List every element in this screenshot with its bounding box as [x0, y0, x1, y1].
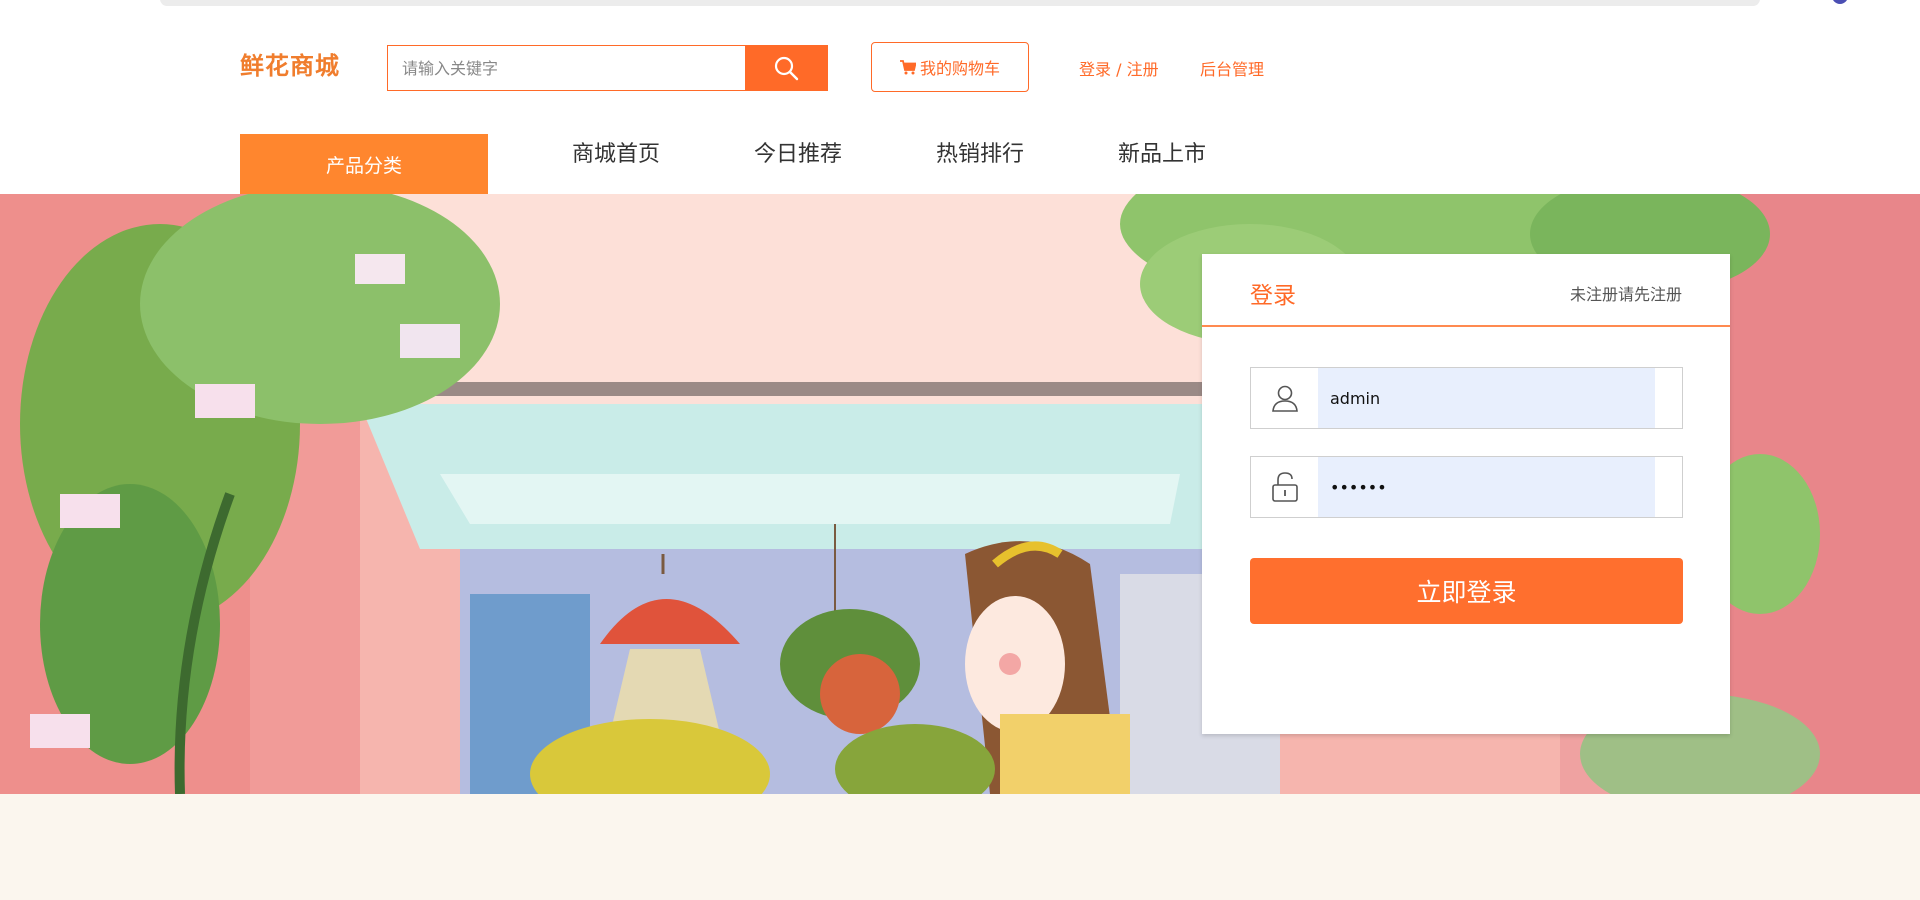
cart-label: 我的购物车	[919, 59, 1000, 78]
nav-item-home[interactable]: 商城首页	[572, 136, 660, 168]
nav-item-new-arrivals[interactable]: 新品上市	[1118, 136, 1206, 168]
site-logo[interactable]: 鲜花商城	[240, 46, 340, 81]
nav-product-category[interactable]: 产品分类	[240, 134, 488, 194]
admin-link[interactable]: 后台管理	[1200, 56, 1264, 80]
login-submit-button[interactable]: 立即登录	[1250, 558, 1683, 624]
login-register-link[interactable]: 登录 / 注册	[1079, 56, 1159, 80]
cart-button[interactable]: 我的购物车	[871, 42, 1029, 92]
search-bar	[387, 45, 828, 91]
nav-item-bestsellers[interactable]: 热销排行	[936, 136, 1024, 168]
site-header: 鲜花商城 我的购物车 登录 / 注册 后台管理 产品分类 商城首页 今日推荐 热…	[0, 13, 1920, 194]
user-icon	[1251, 368, 1318, 428]
nav-item-recommend[interactable]: 今日推荐	[754, 136, 842, 168]
search-button[interactable]	[745, 45, 827, 91]
login-panel: 登录 未注册请先注册 立即登录	[1202, 254, 1730, 734]
address-bar	[160, 0, 1760, 6]
password-input[interactable]	[1318, 457, 1655, 517]
search-icon	[774, 56, 799, 81]
username-input[interactable]	[1318, 368, 1655, 428]
browser-top-strip	[0, 0, 1920, 14]
register-link[interactable]: 未注册请先注册	[1570, 281, 1682, 305]
login-header: 登录 未注册请先注册	[1202, 254, 1730, 327]
search-input[interactable]	[388, 46, 746, 90]
username-field	[1250, 367, 1683, 429]
login-title: 登录	[1250, 283, 1296, 309]
lock-icon	[1251, 457, 1318, 517]
profile-avatar	[1832, 0, 1848, 4]
cart-icon	[899, 59, 916, 74]
password-field	[1250, 456, 1683, 518]
